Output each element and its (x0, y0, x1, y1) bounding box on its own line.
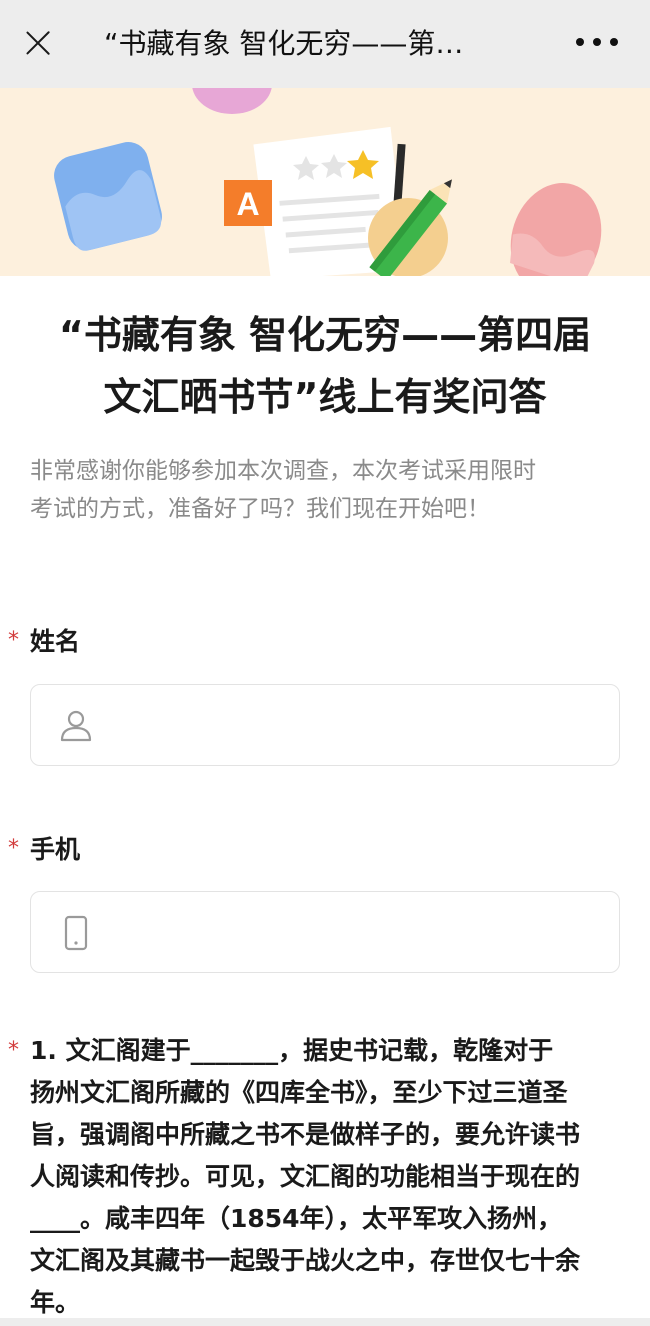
window-title: “书藏有象 智化无穷——第… (104, 27, 464, 60)
question-line: 1. 文汇阁建于_______，据史书记载，乾隆对于 (30, 1036, 554, 1065)
close-icon[interactable] (22, 27, 54, 59)
badge-letter: A (236, 186, 259, 222)
user-icon (60, 710, 92, 742)
more-dot (610, 38, 618, 46)
required-mark: * (8, 628, 19, 653)
question-line: 扬州文汇阁所藏的《四库全书》，至少下过三道圣 (30, 1078, 568, 1107)
description-line: 考试的方式，准备好了吗？我们现在开始吧！ (30, 496, 490, 522)
banner-illustration: A (54, 88, 602, 276)
phone-icon (64, 915, 88, 951)
phone-field[interactable] (30, 891, 620, 973)
more-icon[interactable] (576, 30, 618, 54)
name-field[interactable] (30, 684, 620, 766)
name-label: 姓名 (30, 627, 81, 656)
required-mark: * (8, 1038, 19, 1063)
question-line: 文汇阁及其藏书一起毁于战火之中，存世仅七十余 (30, 1246, 581, 1275)
question-1-text: 1. 文汇阁建于_______，据史书记载，乾隆对于 扬州文汇阁所藏的《四库全书… (30, 1030, 622, 1324)
more-dot (576, 38, 584, 46)
survey-title: “书藏有象 智化无穷——第四届 文汇晒书节”线上有奖问答 (20, 304, 630, 428)
required-mark: * (8, 836, 19, 861)
more-dot (593, 38, 601, 46)
survey-title-line: 文汇晒书节”线上有奖问答 (103, 375, 547, 419)
question-line: ____。咸丰四年（1854年），太平军攻入扬州， (30, 1204, 563, 1233)
phone-label: 手机 (30, 835, 81, 864)
top-bar: “书藏有象 智化无穷——第… (0, 0, 650, 88)
survey-title-line: “书藏有象 智化无穷——第四届 (58, 313, 592, 357)
blue-square-shape (54, 142, 162, 251)
question-line: 人阅读和传抄。可见，文汇阁的功能相当于现在的 (30, 1162, 581, 1191)
bottom-edge (0, 1318, 650, 1326)
pink-blob (510, 183, 602, 276)
purple-blob (192, 88, 272, 114)
header-banner: A (0, 88, 650, 276)
question-line: 旨，强调阁中所藏之书不是做样子的，要允许读书 (30, 1120, 581, 1149)
survey-description: 非常感谢你能够参加本次调查，本次考试采用限时 考试的方式，准备好了吗？我们现在开… (30, 452, 630, 528)
description-line: 非常感谢你能够参加本次调查，本次考试采用限时 (30, 458, 536, 484)
